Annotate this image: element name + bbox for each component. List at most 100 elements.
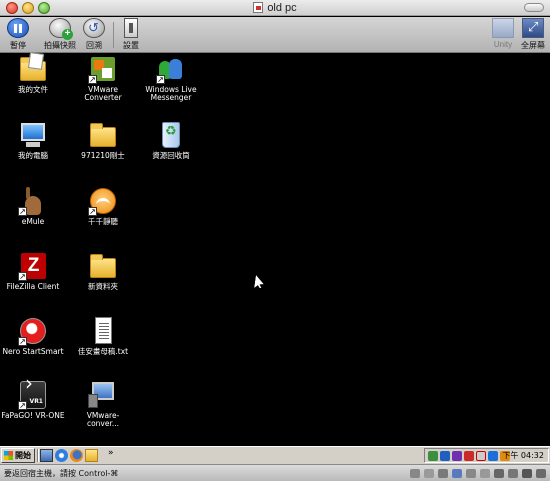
settings-button[interactable]: 設置: [118, 18, 144, 51]
recycle-bin-icon: [156, 120, 186, 150]
desktop-icon-new-folder[interactable]: 新資料夾: [71, 251, 135, 291]
unity-button[interactable]: Unity: [490, 18, 516, 49]
desktop-icon-label: FileZilla Client: [6, 282, 60, 291]
settings-icon: [124, 18, 138, 38]
snapshot-icon: [49, 18, 73, 40]
vm-status-bar: 要返回宿主機，請按 Control-⌘: [0, 464, 550, 481]
fullscreen-button[interactable]: 全屏幕: [518, 18, 548, 51]
fullscreen-label: 全屏幕: [521, 41, 545, 50]
vm-toolbar: 暫停 拍攝快照 回溯 設置 Unity 全屏幕: [0, 17, 550, 53]
folder-icon: [88, 120, 118, 150]
desktop-icon-label: eMule: [21, 217, 45, 226]
desktop-icon-label: 資源回收筒: [152, 151, 190, 160]
desktop-icon-recycle-bin[interactable]: 資源回收筒: [139, 120, 203, 160]
revert-button[interactable]: 回溯: [80, 18, 108, 51]
desktop-icon-label: 我的電腦: [18, 151, 48, 160]
camera-status-icon[interactable]: [480, 469, 490, 478]
desktop-icon-my-computer[interactable]: 我的電腦: [1, 120, 65, 160]
toolbar-toggle-button[interactable]: [524, 3, 544, 12]
shortcut-arrow-icon: ↗: [88, 207, 97, 216]
lock-status-icon[interactable]: [536, 469, 546, 478]
desktop-icon-emule[interactable]: ↗ eMule: [1, 186, 65, 226]
toolbar-divider: [113, 22, 114, 48]
desktop-icon-fapago[interactable]: ↗ FaPaGO! VR-ONE: [1, 379, 65, 420]
firefox-icon[interactable]: [70, 449, 83, 462]
pause-button[interactable]: 暫停: [4, 18, 32, 51]
desktop-icon-label: 佳安畫母稿.txt: [77, 347, 129, 356]
desktop-icon-vmware-converter[interactable]: ↗ VMware Converter: [71, 54, 135, 102]
network-status-icon[interactable]: [438, 469, 448, 478]
messenger-icon: ↗: [156, 54, 186, 84]
ttplayer-icon: ↗: [88, 186, 118, 216]
desktop-icon-folder-971210[interactable]: 971210剛士: [71, 120, 135, 160]
desktop-icon-vmware-installer[interactable]: VMware-conver...: [71, 380, 135, 428]
bluetooth-tray-icon[interactable]: [440, 451, 450, 461]
snapshot-label: 拍攝快照: [44, 41, 76, 50]
network-tray-icon[interactable]: [428, 451, 438, 461]
folder-icon: [88, 251, 118, 281]
shortcut-arrow-icon: ↗: [156, 75, 165, 84]
shortcut-arrow-icon: ↗: [18, 401, 27, 410]
mouse-pointer-icon: [254, 275, 265, 288]
explorer-folder-icon[interactable]: [85, 449, 98, 462]
hard-disk-status-icon[interactable]: [410, 469, 420, 478]
desktop-icon-label: 千千靜聽: [88, 217, 118, 226]
unity-label: Unity: [493, 40, 513, 49]
start-button[interactable]: 開始: [1, 448, 35, 463]
desktop-icon-label: VMware-conver...: [86, 411, 120, 428]
cd-status-icon[interactable]: [424, 469, 434, 478]
start-label: 開始: [15, 451, 31, 460]
usb-status-icon[interactable]: [466, 469, 476, 478]
shortcut-arrow-icon: ↗: [88, 75, 97, 84]
emule-icon: ↗: [18, 186, 48, 216]
desktop-icon-label: 971210剛士: [81, 151, 125, 160]
printer-status-icon[interactable]: [508, 469, 518, 478]
desktop-icon-ttplayer[interactable]: ↗ 千千靜聽: [71, 186, 135, 226]
shortcut-arrow-icon: ↗: [18, 337, 27, 346]
clock: 下午 04:32: [502, 451, 544, 460]
vmware-converter-icon: ↗: [88, 54, 118, 84]
take-snapshot-button[interactable]: 拍攝快照: [42, 18, 78, 51]
desktop-icon-label: 我的文件: [18, 85, 48, 94]
release-input-hint: 要返回宿主機，請按 Control-⌘: [4, 469, 119, 478]
guest-taskbar: 開始 » 下午 04:32: [0, 446, 550, 464]
audio-status-icon[interactable]: [494, 469, 504, 478]
windows-logo-icon: [4, 451, 13, 460]
guest-desktop[interactable]: 我的文件 ↗ VMware Converter ↗ Windows Live M…: [0, 54, 550, 446]
taskbar-divider: [37, 449, 39, 462]
fullscreen-icon: [522, 18, 544, 38]
desktop-icon-label: VMware Converter: [84, 85, 122, 102]
revert-icon: [83, 18, 105, 38]
desktop-icon-label: Windows Live Messenger: [145, 85, 197, 102]
settings-label: 設置: [123, 41, 139, 50]
window-title: old pc: [0, 2, 550, 14]
shared-folders-status-icon[interactable]: [522, 469, 532, 478]
computer-icon: [18, 120, 48, 150]
pause-icon: [7, 18, 29, 38]
vmware-installer-icon: [88, 380, 118, 410]
desktop-icon-messenger[interactable]: ↗ Windows Live Messenger: [139, 54, 203, 102]
internet-explorer-icon[interactable]: [55, 449, 68, 462]
desktop-icon-nero[interactable]: ↗ Nero StartSmart: [1, 316, 65, 356]
unity-icon: [492, 18, 514, 38]
fapago-icon: ↗: [18, 379, 48, 410]
show-desktop-icon[interactable]: [40, 449, 53, 462]
desktop-icon-label: Nero StartSmart: [2, 347, 64, 356]
window-titlebar[interactable]: old pc: [0, 0, 550, 16]
desktop-icon-filezilla[interactable]: Z ↗ FileZilla Client: [1, 251, 65, 291]
system-tray: 下午 04:32: [424, 448, 549, 463]
app-tray-icon[interactable]: [452, 451, 462, 461]
security-alert-tray-icon[interactable]: [476, 451, 486, 461]
revert-label: 回溯: [86, 41, 102, 50]
pause-label: 暫停: [10, 41, 26, 50]
quicklaunch-more-button[interactable]: »: [108, 448, 114, 458]
messenger-tray-icon[interactable]: [488, 451, 498, 461]
shortcut-arrow-icon: ↗: [18, 207, 27, 216]
vm-document-icon: [253, 2, 264, 13]
desktop-icon-my-documents[interactable]: 我的文件: [1, 54, 65, 94]
desktop-icon-text-file[interactable]: 佳安畫母稿.txt: [71, 316, 135, 356]
documents-folder-icon: [18, 54, 48, 84]
nero-icon: ↗: [18, 316, 48, 346]
filezilla-tray-icon[interactable]: [464, 451, 474, 461]
bluetooth-status-icon[interactable]: [452, 469, 462, 478]
